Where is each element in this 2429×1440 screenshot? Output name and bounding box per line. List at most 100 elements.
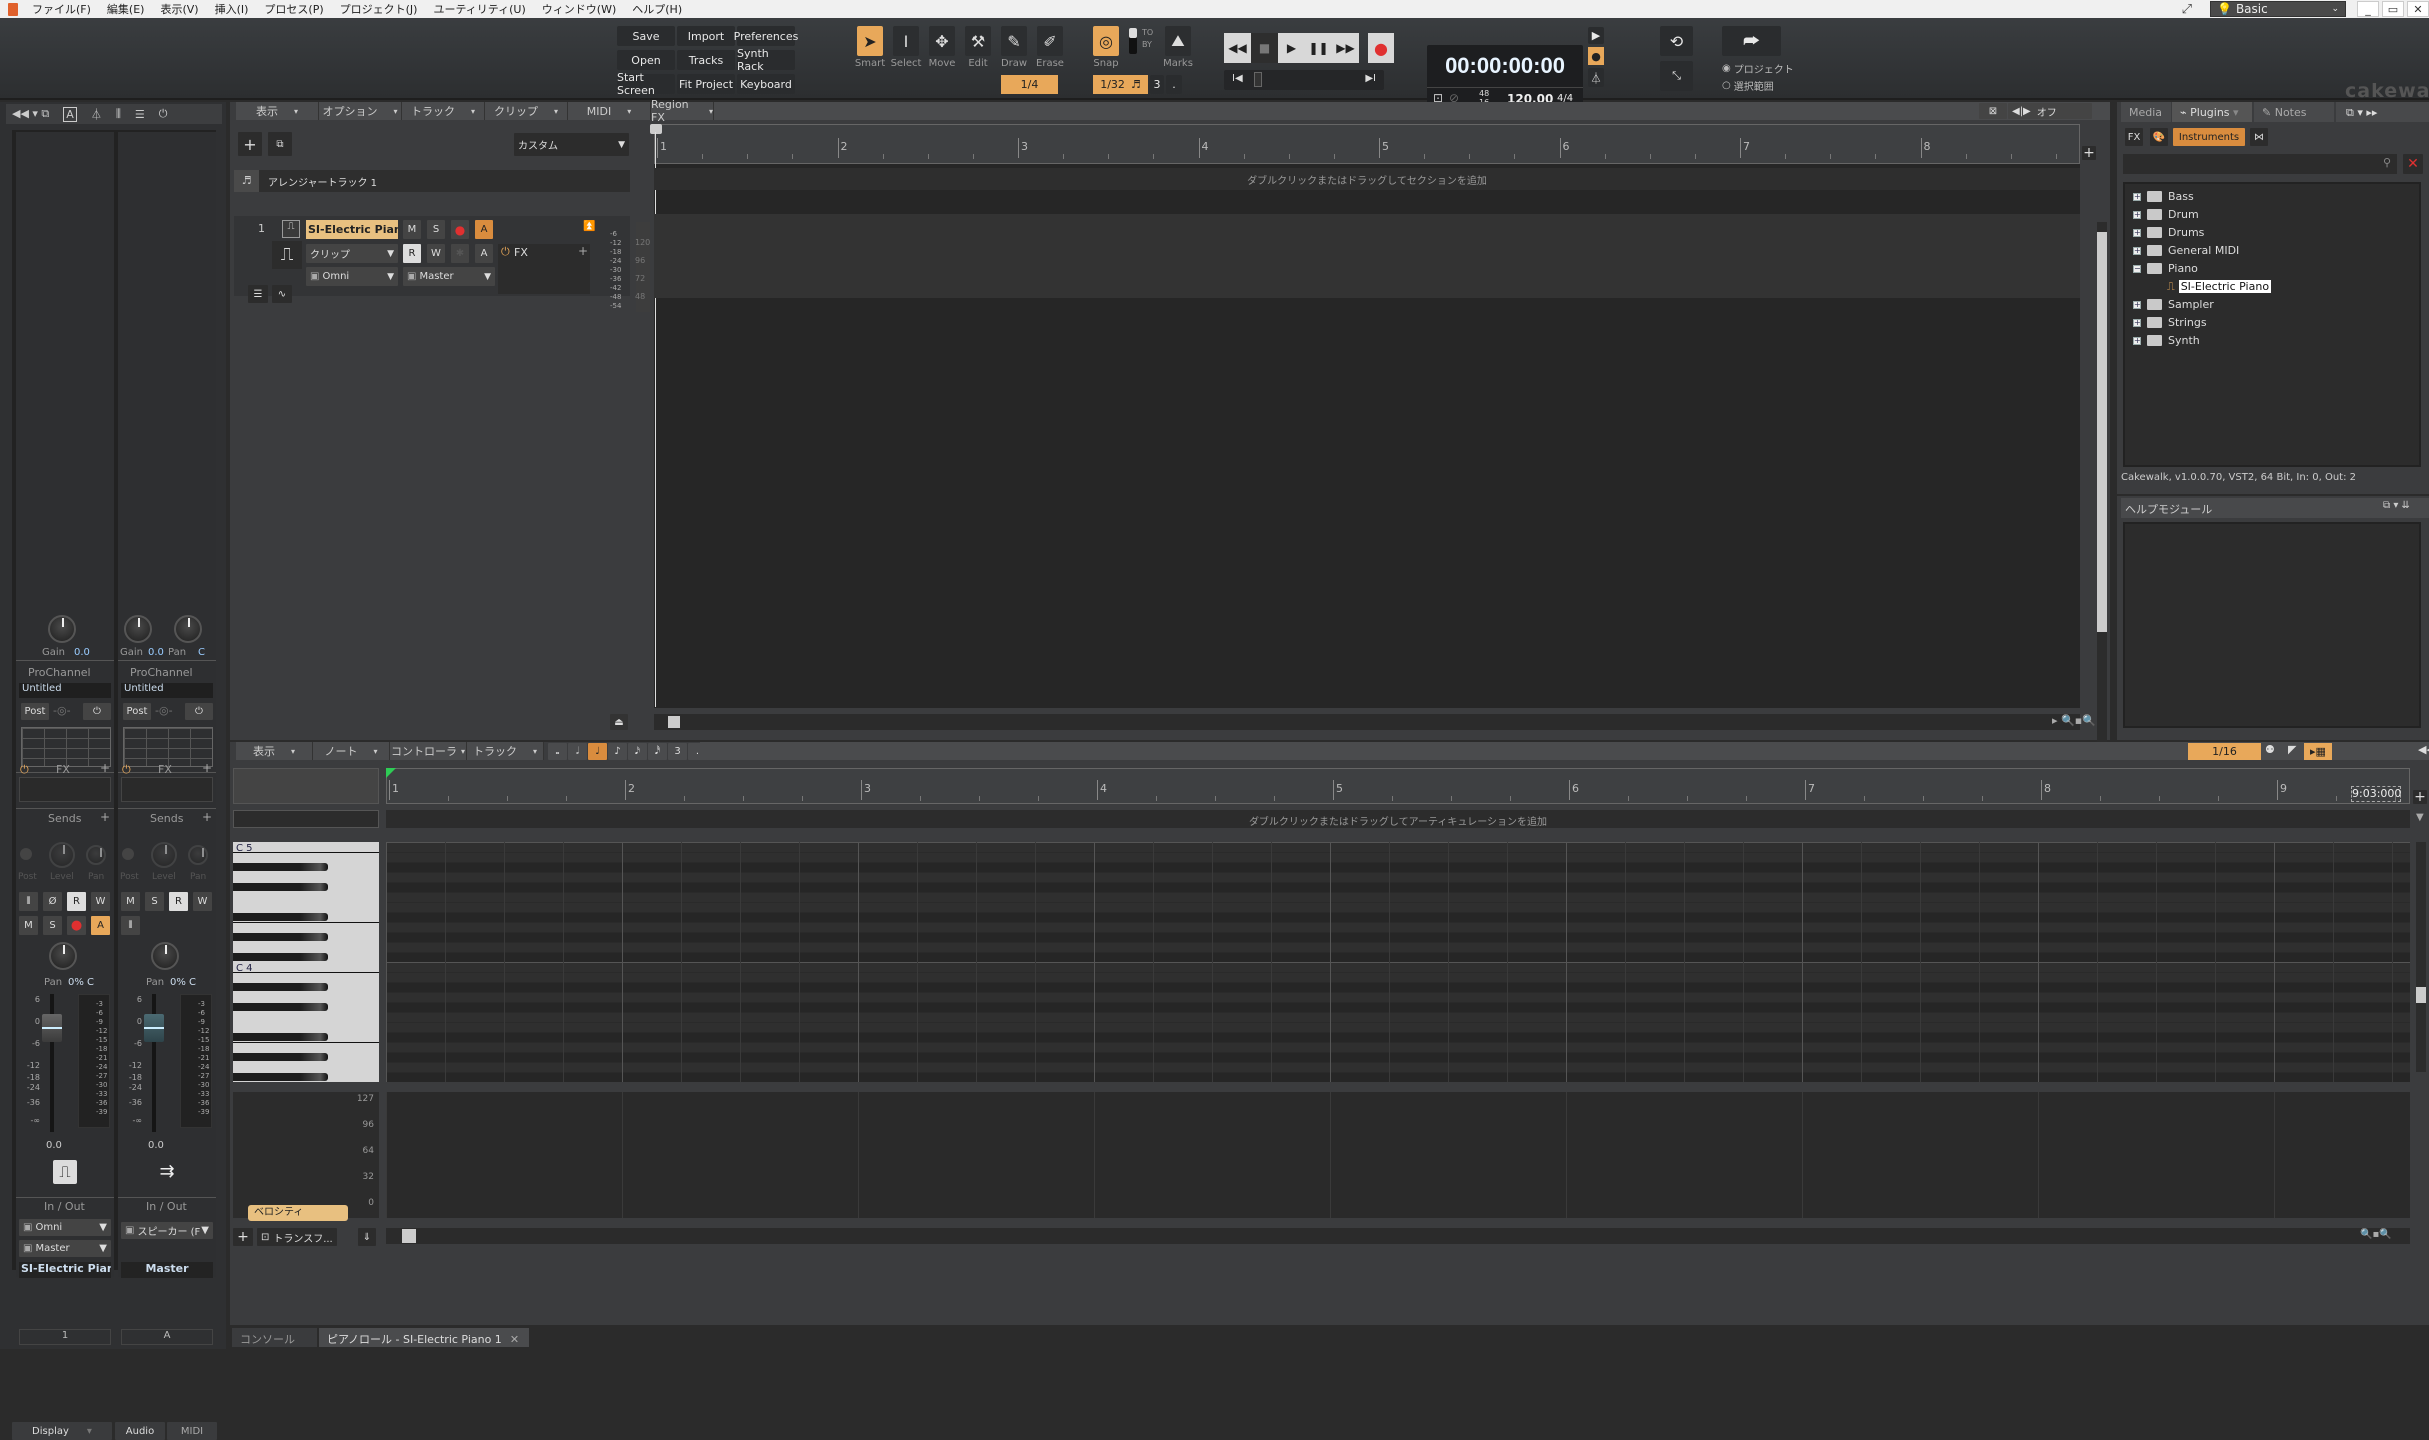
restore-button[interactable]: ▭	[2382, 1, 2404, 17]
phase-button[interactable]: Ø	[43, 892, 62, 911]
note-duration-button[interactable]: .	[688, 743, 707, 760]
master-prochannel-power-button[interactable]: ⏻	[185, 703, 213, 720]
timeline-ruler[interactable]	[654, 124, 2080, 164]
controller-menu-button[interactable]: ⇓	[358, 1228, 376, 1246]
stop-button[interactable]: ■	[1251, 33, 1278, 63]
expand-icon[interactable]: +	[2133, 246, 2141, 255]
arranger-track-name[interactable]: アレンジャートラック 1	[268, 174, 377, 189]
marks-button[interactable]: ⛰	[1165, 26, 1191, 56]
fx-bin-power-icon[interactable]: ⏻	[20, 763, 29, 777]
track-view-menu-options[interactable]: オプション ▾	[319, 102, 402, 120]
send-post-toggle[interactable]	[20, 848, 32, 860]
snap-mode-toggle[interactable]	[1129, 28, 1137, 54]
now-slider[interactable]: I◀ ▶I	[1224, 70, 1384, 90]
master-send-level-knob[interactable]	[151, 842, 177, 868]
go-to-end-icon[interactable]: ▶I	[1365, 73, 1376, 84]
pr-menu-controller[interactable]: コントローラ ▾	[390, 742, 467, 760]
fx-bin[interactable]	[19, 777, 111, 802]
output-select[interactable]: ▣ Master ▼	[19, 1240, 111, 1257]
master-fx-bin[interactable]	[121, 777, 213, 802]
zoom-controls-icon[interactable]: ▸ 🔍▪🔍	[2052, 714, 2096, 727]
track-collapse-icon[interactable]: ⏫	[583, 221, 595, 232]
menu-project[interactable]: プロジェクト(J)	[332, 1, 426, 17]
tab-plugins[interactable]: ⌁ Plugins ▾	[2172, 102, 2252, 122]
arm-record-button[interactable]: ●	[67, 916, 86, 935]
play-button[interactable]: ▶	[1278, 33, 1305, 63]
track-view-menu-region-fx[interactable]: Region FX ▾	[651, 98, 714, 124]
loop-button[interactable]: ⟲	[1660, 26, 1693, 56]
black-key[interactable]	[233, 1033, 328, 1041]
master-interleave-button[interactable]: ⫴	[121, 916, 140, 935]
pr-ruler[interactable]	[386, 768, 2410, 804]
crossfade-button[interactable]: ⊠	[1979, 103, 2007, 119]
collapse-icon[interactable]: ◀◀ ▾ ⧉	[12, 107, 49, 121]
master-write-automation-button[interactable]: W	[193, 892, 212, 911]
fx-filter-button[interactable]: FX	[2125, 128, 2143, 146]
clip-inspector-icon[interactable]: ⫼	[116, 107, 121, 121]
move-tool-button[interactable]: ✥	[929, 26, 955, 56]
master-volume-fader[interactable]	[144, 1014, 164, 1042]
menu-process[interactable]: プロセス(P)	[256, 1, 331, 17]
tree-folder-sampler[interactable]: + Sampler	[2133, 296, 2214, 313]
pr-menu-track[interactable]: トラック ▾	[467, 742, 544, 760]
tree-folder-piano[interactable]: − Piano	[2133, 260, 2198, 277]
now-marker[interactable]	[650, 124, 662, 134]
track-name-field[interactable]: SI-Electric Pian	[306, 220, 398, 239]
fast-forward-button[interactable]: ▶▶	[1332, 33, 1359, 63]
smart-tool-button[interactable]: ➤	[857, 26, 883, 56]
track-add-fx-icon[interactable]: +	[578, 244, 588, 258]
add-send-icon[interactable]: +	[100, 810, 110, 824]
menu-insert[interactable]: 挿入(I)	[207, 1, 257, 17]
synth-rack-button[interactable]: Synth Rack	[737, 47, 795, 73]
import-button[interactable]: Import	[677, 26, 735, 46]
export-option-project[interactable]: ◉ プロジェクト	[1722, 61, 1794, 76]
add-fx-icon[interactable]: +	[100, 761, 110, 775]
black-key[interactable]	[233, 1053, 328, 1061]
tree-item-plugin[interactable]: ⎍ SI-Electric Piano	[2167, 278, 2272, 295]
expand-icon[interactable]: +	[2133, 336, 2141, 345]
horizontal-scrollbar[interactable]	[654, 714, 2080, 730]
tree-folder-general-midi[interactable]: + General MIDI	[2133, 242, 2239, 259]
metronome-button[interactable]: ⏃	[1588, 68, 1604, 87]
menu-help[interactable]: ヘルプ(H)	[624, 1, 690, 17]
master-send-pan-knob[interactable]	[188, 845, 208, 865]
tree-folder-synth[interactable]: + Synth	[2133, 332, 2200, 349]
tree-folder-drum[interactable]: + Drum	[2133, 206, 2199, 223]
add-controller-lane-button[interactable]: +	[233, 1228, 253, 1246]
expand-icon[interactable]: +	[2133, 228, 2141, 237]
track-archive-button[interactable]: A	[475, 244, 493, 263]
automation-button[interactable]: ∿	[272, 285, 292, 303]
note-duration-button[interactable]: ♪	[608, 743, 627, 760]
gain-knob[interactable]	[48, 615, 76, 643]
track-output-select[interactable]: ▣ Master ▼	[403, 267, 495, 286]
mute-button[interactable]: M	[19, 916, 38, 935]
note-duration-button[interactable]: 𝅘𝅥𝅯	[628, 743, 647, 760]
master-prochannel-preset[interactable]: Untitled	[121, 683, 213, 698]
expand-icon[interactable]: +	[2133, 318, 2141, 327]
display-tab[interactable]: Display ▾	[12, 1422, 112, 1440]
master-send-post-toggle[interactable]	[122, 848, 134, 860]
arranger-track-header[interactable]: ♬ アレンジャートラック 1	[234, 170, 630, 192]
black-key[interactable]	[233, 983, 328, 991]
track-echo-button[interactable]: A	[475, 220, 493, 239]
prochannel-power-button[interactable]: ⏻	[83, 703, 111, 720]
pr-now-marker[interactable]	[386, 768, 396, 778]
tab-console[interactable]: コンソール	[232, 1328, 317, 1347]
master-mute-button[interactable]: M	[121, 892, 140, 911]
menu-file[interactable]: ファイル(F)	[24, 1, 99, 17]
add-track-button[interactable]: +	[238, 132, 262, 156]
track-read-button[interactable]: R	[403, 244, 421, 263]
pr-end-time[interactable]: 9:03:000	[2351, 786, 2401, 802]
master-solo-button[interactable]: S	[145, 892, 164, 911]
master-fx-power-icon[interactable]: ⏻	[122, 763, 131, 777]
transform-tool-select[interactable]: ⊡ トランスフ...	[257, 1228, 337, 1246]
arranger-lane[interactable]: ダブルクリックまたはドラッグしてセクションを追加	[654, 168, 2080, 190]
menu-utilities[interactable]: ユーティリティ(U)	[425, 1, 533, 17]
plugin-manager-button[interactable]: ⋈	[2250, 128, 2268, 146]
black-key[interactable]	[233, 883, 328, 891]
piano-keyboard[interactable]	[233, 842, 379, 1082]
rewind-button[interactable]: ◀◀	[1224, 33, 1251, 63]
controller-type-select[interactable]: ベロシティ	[248, 1205, 348, 1221]
expand-icon[interactable]: +	[2133, 300, 2141, 309]
punch-button[interactable]: ⤡	[1660, 61, 1693, 91]
